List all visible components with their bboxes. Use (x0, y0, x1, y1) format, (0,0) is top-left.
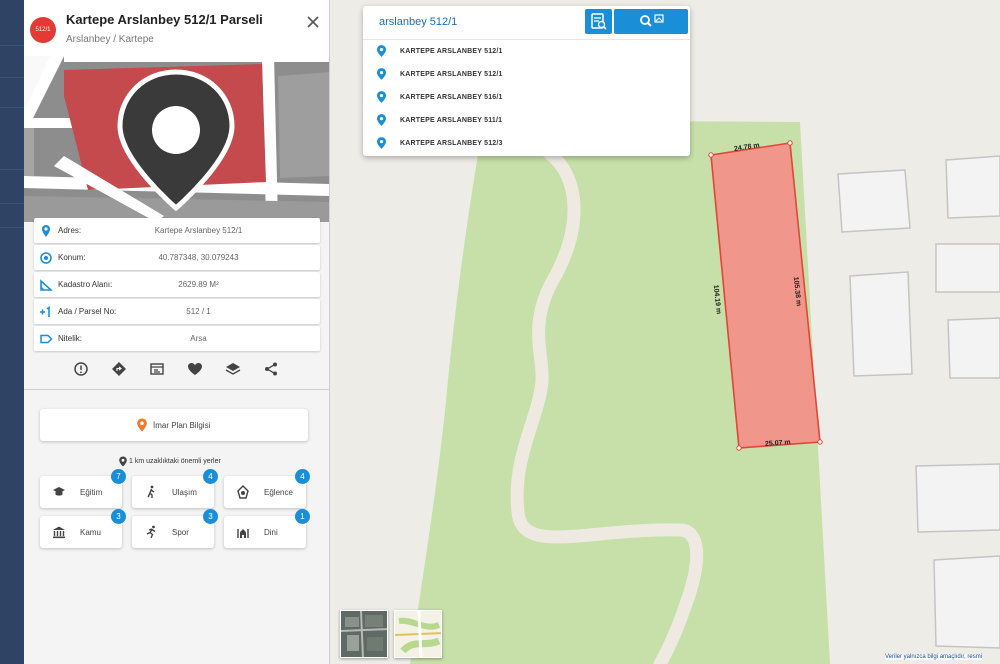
panel-divider (24, 389, 329, 390)
category-entertainment-button[interactable]: Eğlence 4 (224, 469, 310, 508)
category-public-button[interactable]: Kamu 3 (40, 509, 126, 548)
info-row-address: Adres: Kartepe Arslanbey 512/1 (34, 218, 320, 243)
search-button[interactable] (614, 9, 688, 34)
suggestion-label: KARTEPE ARSLANBEY 512/1 (400, 71, 503, 78)
suggestion-label: KARTEPE ARSLANBEY 511/1 (400, 117, 503, 124)
search-icon (640, 15, 652, 27)
zoning-plan-button[interactable]: İmar Plan Bilgisi (40, 409, 308, 441)
orange-pin-icon (137, 418, 147, 432)
close-icon[interactable] (304, 13, 322, 31)
category-count-badge: 4 (203, 469, 218, 484)
suggestion-item[interactable]: KARTEPE ARSLANBEY 512/3 (363, 132, 690, 155)
category-count-badge: 3 (111, 509, 126, 524)
map-pin-icon (377, 91, 386, 103)
search-suggestions: KARTEPE ARSLANBEY 512/1 KARTEPE ARSLANBE… (363, 39, 690, 155)
category-count-badge: 7 (111, 469, 126, 484)
plus-one-icon (40, 305, 50, 317)
info-label: Ada / Parsel No: (58, 307, 117, 316)
government-icon (53, 526, 65, 539)
info-value: Kartepe Arslanbey 512/1 (154, 226, 243, 235)
nav-segment[interactable] (0, 78, 24, 108)
info-row-area: Kadastro Alanı: 2629.89 M² (34, 272, 320, 297)
info-label: Konum: (58, 253, 86, 262)
info-label: Kadastro Alanı: (58, 280, 113, 289)
parcel-illustration (24, 56, 329, 222)
nearby-places-title: 1 km uzaklıktaki önemli yerler (24, 456, 329, 468)
location-pin-icon (119, 456, 127, 467)
map-layer-thumbnail[interactable] (394, 610, 442, 658)
info-value: 40.787348, 30.079243 (158, 253, 239, 262)
nav-segment[interactable] (0, 46, 24, 78)
parcel-badge: 512/1 (30, 17, 56, 43)
nav-segment[interactable] (0, 204, 24, 228)
category-transport-button[interactable]: Ulaşım 4 (132, 469, 218, 508)
map-pin-icon (377, 114, 386, 126)
suggestion-label: KARTEPE ARSLANBEY 512/3 (400, 140, 503, 147)
panel-subtitle: Arslanbey / Kartepe (66, 34, 154, 45)
panel-title: Kartepe Arslanbey 512/1 Parseli (66, 12, 263, 27)
info-row-type: Nitelik: Arsa (34, 326, 320, 351)
info-label: Nitelik: (58, 334, 83, 343)
category-count-badge: 1 (295, 509, 310, 524)
info-row-location: Konum: 40.787348, 30.079243 (34, 245, 320, 270)
graduation-cap-icon (53, 487, 65, 496)
nav-segment[interactable] (0, 108, 24, 170)
nav-segment[interactable] (0, 0, 24, 46)
image-icon (654, 14, 664, 23)
category-education-button[interactable]: Eğitim 7 (40, 469, 126, 508)
tag-icon (40, 334, 53, 344)
info-label: Adres: (58, 226, 82, 235)
document-search-icon (591, 13, 607, 30)
area-icon (40, 279, 53, 291)
suggestion-item[interactable]: KARTEPE ARSLANBEY 516/1 (363, 86, 690, 109)
zoning-plan-label: İmar Plan Bilgisi (153, 421, 211, 430)
nav-segment[interactable] (0, 170, 24, 204)
running-icon (146, 525, 156, 539)
suggestion-item[interactable]: KARTEPE ARSLANBEY 512/1 (363, 63, 690, 86)
info-value: 2629.89 M² (178, 280, 219, 289)
panel-header: 512/1 Kartepe Arslanbey 512/1 Parseli Ar… (24, 0, 329, 56)
walking-icon (147, 485, 155, 498)
map-pin-icon (377, 137, 386, 149)
suggestion-item[interactable]: KARTEPE ARSLANBEY 511/1 (363, 109, 690, 132)
map-pin-icon (377, 68, 386, 80)
info-icon[interactable] (72, 360, 90, 378)
list-search-button[interactable] (585, 9, 612, 34)
info-row-parcel-no: Ada / Parsel No: 512 / 1 (34, 299, 320, 324)
suggestion-label: KARTEPE ARSLANBEY 516/1 (400, 94, 503, 101)
nav-strip (0, 0, 24, 664)
map-pin-icon (377, 45, 386, 57)
location-pin-icon (42, 225, 50, 237)
search-input[interactable] (371, 10, 585, 34)
directions-icon[interactable] (110, 360, 128, 378)
category-religious-button[interactable]: Dini 1 (224, 509, 310, 548)
target-icon (40, 252, 52, 264)
parcel-info-list: Adres: Kartepe Arslanbey 512/1 Konum: 40… (34, 218, 320, 353)
layers-icon[interactable] (224, 360, 242, 378)
report-icon[interactable] (148, 360, 166, 378)
category-count-badge: 3 (203, 509, 218, 524)
category-count-badge: 4 (295, 469, 310, 484)
entertainment-icon (237, 485, 249, 499)
category-sports-button[interactable]: Spor 3 (132, 509, 218, 548)
heart-icon[interactable] (186, 360, 204, 378)
search-box: KARTEPE ARSLANBEY 512/1 KARTEPE ARSLANBE… (363, 6, 690, 156)
action-toolbar (72, 360, 282, 378)
info-value: 512 / 1 (186, 307, 211, 316)
suggestion-item[interactable]: KARTEPE ARSLANBEY 512/1 (363, 40, 690, 63)
parcel-info-panel: 512/1 Kartepe Arslanbey 512/1 Parseli Ar… (24, 0, 330, 664)
share-icon[interactable] (262, 360, 280, 378)
info-value: Arsa (190, 334, 207, 343)
map-attribution[interactable]: Veriler yalnızca bilgi amaçlıdır, resmi (885, 654, 983, 660)
suggestion-label: KARTEPE ARSLANBEY 512/1 (400, 48, 503, 55)
satellite-layer-thumbnail[interactable] (340, 610, 388, 658)
mosque-icon (237, 528, 249, 538)
